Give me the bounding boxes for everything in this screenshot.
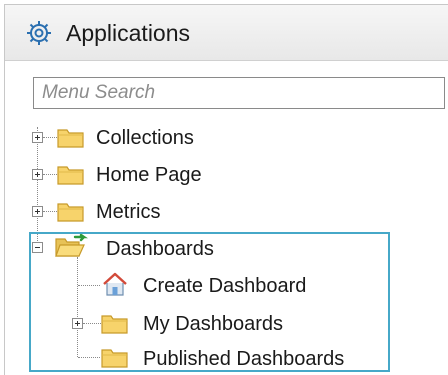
applications-panel: Applications Collections Home Page bbox=[4, 4, 448, 375]
tree-guide-line bbox=[37, 127, 38, 245]
tree-connector bbox=[43, 137, 57, 138]
tree-item-label: Home Page bbox=[96, 164, 202, 186]
tree-item-label: Metrics bbox=[96, 201, 161, 223]
folder-icon bbox=[57, 203, 84, 222]
tree-connector bbox=[43, 211, 57, 212]
expand-icon[interactable] bbox=[32, 206, 43, 217]
tree-connector bbox=[43, 174, 57, 175]
folder-icon bbox=[57, 129, 84, 148]
expand-icon[interactable] bbox=[32, 132, 43, 143]
tree-item-label: Collections bbox=[96, 127, 194, 149]
dashboards-highlight-box bbox=[29, 232, 390, 372]
expand-icon[interactable] bbox=[32, 169, 43, 180]
folder-icon bbox=[57, 166, 84, 185]
